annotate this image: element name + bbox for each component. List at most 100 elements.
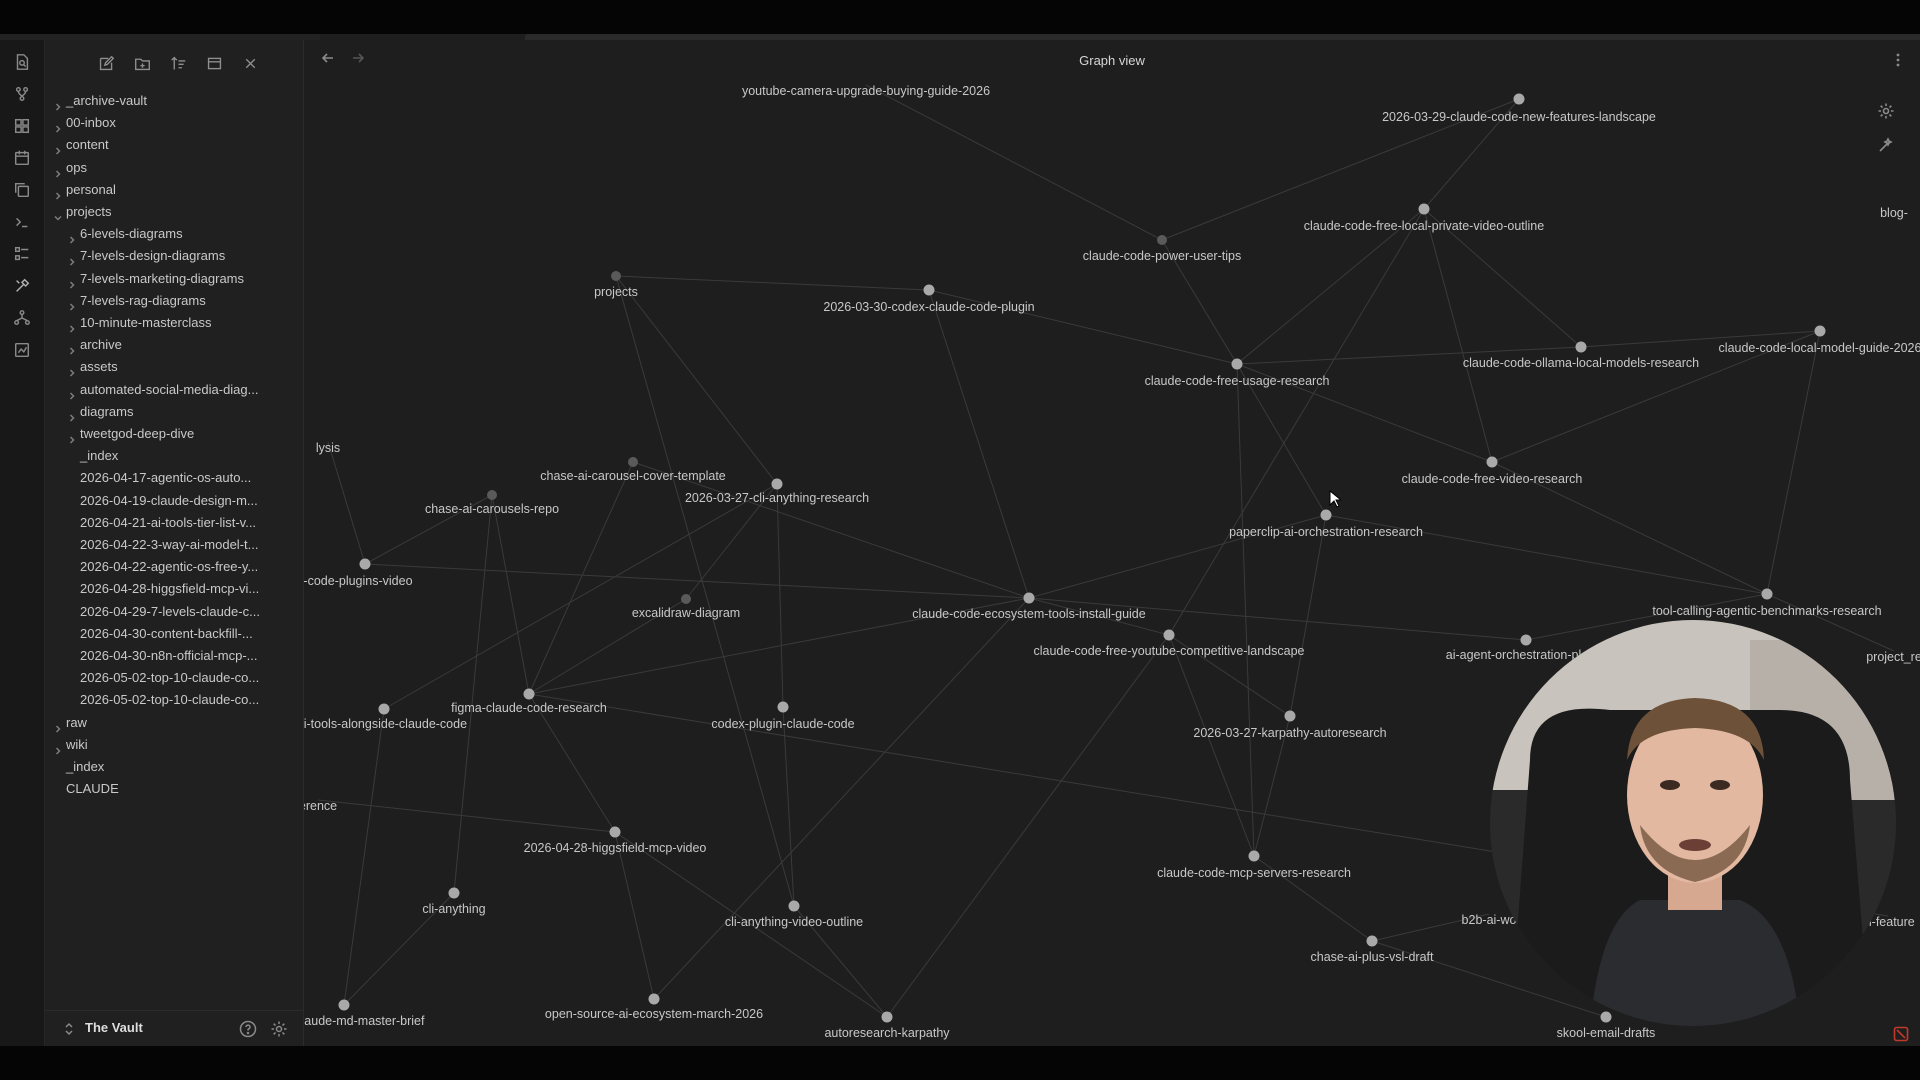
tree-file[interactable]: 2026-04-22-agentic-os-free-y... xyxy=(45,555,303,579)
tree-folder[interactable]: projects xyxy=(45,200,303,224)
graph-node-label[interactable]: cli-anything xyxy=(422,902,485,916)
graph-node-label[interactable]: open-source-ai-ecosystem-march-2026 xyxy=(545,1007,763,1021)
graph-node[interactable] xyxy=(523,688,535,700)
chevron-right-icon[interactable] xyxy=(67,318,77,333)
tree-file[interactable]: 2026-05-02-top-10-claude-co... xyxy=(45,666,303,690)
graph-node-label[interactable]: lysis xyxy=(316,441,340,455)
sync-status-icon[interactable] xyxy=(1893,1026,1909,1042)
graph-node[interactable] xyxy=(359,558,371,570)
graph-node[interactable] xyxy=(681,594,691,604)
graph-node-label[interactable]: figma-claude-code-research xyxy=(451,701,607,715)
tree-file[interactable]: CLAUDE xyxy=(45,777,303,801)
tree-file[interactable]: 2026-04-28-higgsfield-mcp-vi... xyxy=(45,577,303,601)
graph-node-label[interactable]: claude-code-free-video-research xyxy=(1402,472,1583,486)
git-branch-icon[interactable] xyxy=(12,84,32,104)
graph-node[interactable] xyxy=(923,284,935,296)
grid-icon[interactable] xyxy=(12,116,32,136)
graph-node[interactable] xyxy=(1600,1011,1612,1023)
graph-node[interactable] xyxy=(338,999,350,1011)
chevron-right-icon[interactable] xyxy=(53,163,63,178)
tree-folder[interactable]: wiki xyxy=(45,733,303,757)
graph-node[interactable] xyxy=(777,701,789,713)
chevron-right-icon[interactable] xyxy=(67,385,77,400)
tree-folder[interactable]: diagrams xyxy=(45,400,303,424)
vault-name[interactable]: The Vault xyxy=(85,1020,143,1035)
chevron-right-icon[interactable] xyxy=(67,296,77,311)
graph-node[interactable] xyxy=(448,887,460,899)
copy-icon[interactable] xyxy=(12,180,32,200)
graph-node-label[interactable]: skool-email-drafts xyxy=(1557,1026,1656,1040)
chart-icon[interactable] xyxy=(12,340,32,360)
graph-node[interactable] xyxy=(1366,935,1378,947)
gear-icon[interactable] xyxy=(270,1020,288,1038)
chevron-right-icon[interactable] xyxy=(67,429,77,444)
tree-folder[interactable]: raw xyxy=(45,711,303,735)
chevron-right-icon[interactable] xyxy=(53,740,63,755)
graph-node-label[interactable]: paperclip-ai-orchestration-research xyxy=(1229,525,1423,539)
chevron-right-icon[interactable] xyxy=(67,407,77,422)
graph-node[interactable] xyxy=(1418,203,1430,215)
tree-folder[interactable]: automated-social-media-diag... xyxy=(45,378,303,402)
tree-file[interactable]: 2026-04-17-agentic-os-auto... xyxy=(45,466,303,490)
graph-node-label[interactable]: codex-plugin-claude-code xyxy=(711,717,854,731)
graph-node[interactable] xyxy=(1248,850,1260,862)
graph-node[interactable] xyxy=(609,826,621,838)
animate-wand-icon[interactable] xyxy=(1877,136,1897,156)
graph-node-label[interactable]: erence xyxy=(304,799,337,813)
graph-node[interactable] xyxy=(1520,634,1532,646)
graph-node[interactable] xyxy=(1575,341,1587,353)
graph-node[interactable] xyxy=(648,993,660,1005)
graph-node[interactable] xyxy=(611,271,621,281)
tree-folder[interactable]: assets xyxy=(45,355,303,379)
file-search-icon[interactable] xyxy=(12,52,32,72)
graph-node-label[interactable]: autoresearch-karpathy xyxy=(824,1026,950,1040)
graph-node-label[interactable]: 2026-03-29-claude-code-new-features-land… xyxy=(1382,110,1656,124)
graph-node-label[interactable]: 0-claude-code-plugins-video xyxy=(304,574,413,588)
graph-node-label[interactable]: chase-ai-carousels-repo xyxy=(425,502,559,516)
graph-node-label[interactable]: 2026-03-30-codex-claude-code-plugin xyxy=(823,300,1034,314)
graph-node[interactable] xyxy=(1320,509,1332,521)
tree-folder[interactable]: _archive-vault xyxy=(45,89,303,113)
graph-node[interactable] xyxy=(1513,93,1525,105)
graph-node[interactable] xyxy=(1284,710,1296,722)
graph-node-label[interactable]: project_re xyxy=(1866,650,1920,664)
graph-node-label[interactable]: 2026-04-28-higgsfield-mcp-video xyxy=(524,841,707,855)
tree-file[interactable]: _index xyxy=(45,444,303,468)
calendar-icon[interactable] xyxy=(12,148,32,168)
tree-file[interactable]: 2026-04-30-content-backfill-... xyxy=(45,622,303,646)
graph-node-label[interactable]: tool-calling-agentic-benchmarks-research xyxy=(1652,604,1881,618)
tree-folder[interactable]: 6-levels-diagrams xyxy=(45,222,303,246)
chevron-right-icon[interactable] xyxy=(67,229,77,244)
network-icon[interactable] xyxy=(12,308,32,328)
graph-node-label[interactable]: claude-code-ecosystem-tools-install-guid… xyxy=(912,607,1145,621)
close-icon[interactable] xyxy=(239,52,261,74)
graph-node[interactable] xyxy=(1814,325,1826,337)
graph-node-label[interactable]: claude-code-free-local-private-video-out… xyxy=(1304,219,1544,233)
chevron-right-icon[interactable] xyxy=(67,251,77,266)
terminal-icon[interactable] xyxy=(12,212,32,232)
chevron-right-icon[interactable] xyxy=(53,718,63,733)
help-icon[interactable] xyxy=(239,1020,257,1038)
more-options-icon[interactable] xyxy=(1890,50,1906,70)
graph-node[interactable] xyxy=(1157,235,1167,245)
chevron-updown-icon[interactable] xyxy=(63,1022,75,1036)
graph-node[interactable] xyxy=(628,457,638,467)
chevron-right-icon[interactable] xyxy=(53,185,63,200)
tree-folder[interactable]: personal xyxy=(45,178,303,202)
tree-file[interactable]: 2026-04-30-n8n-official-mcp-... xyxy=(45,644,303,668)
graph-settings-gear-icon[interactable] xyxy=(1877,102,1897,122)
graph-node-label[interactable]: chase-ai-carousel-cover-template xyxy=(540,469,726,483)
graph-node-label[interactable]: 2026-03-27-karpathy-autoresearch xyxy=(1193,726,1386,740)
new-folder-icon[interactable] xyxy=(131,52,153,74)
tree-folder[interactable]: 7-levels-design-diagrams xyxy=(45,244,303,268)
tree-file[interactable]: 2026-04-22-3-way-ai-model-t... xyxy=(45,533,303,557)
chevron-right-icon[interactable] xyxy=(67,274,77,289)
tree-folder[interactable]: 7-levels-marketing-diagrams xyxy=(45,267,303,291)
tree-file[interactable]: 2026-04-19-claude-design-m... xyxy=(45,489,303,513)
graph-node[interactable] xyxy=(487,490,497,500)
graph-node-label[interactable]: claude-code-ollama-local-models-research xyxy=(1463,356,1699,370)
graph-node[interactable] xyxy=(881,1011,893,1023)
graph-node[interactable] xyxy=(378,703,390,715)
chevron-right-icon[interactable] xyxy=(53,96,63,111)
graph-node[interactable] xyxy=(1231,358,1243,370)
